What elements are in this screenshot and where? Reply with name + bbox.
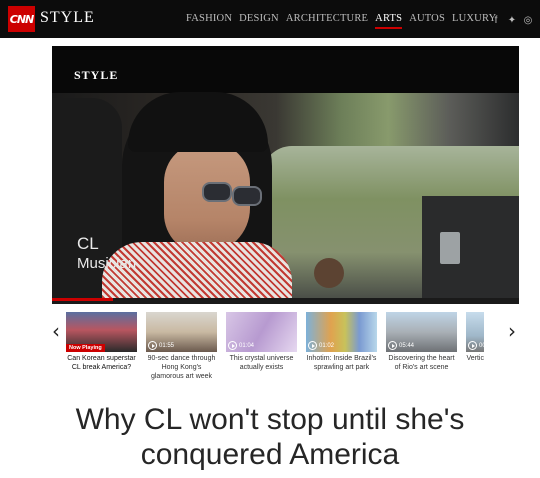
carousel-item-title[interactable]: Inhotim: Inside Brazil's sprawling art p… (306, 354, 377, 372)
nav-item-arts[interactable]: ARTS (375, 13, 403, 29)
nav-item-fashion[interactable]: FASHION (186, 13, 232, 24)
now-playing-badge: Now Playing (66, 344, 105, 352)
duration-label: 00:30 (468, 341, 484, 350)
video-progress-bar[interactable] (52, 298, 519, 304)
carousel-item[interactable]: 01:04 This crystal universe actually exis… (226, 312, 297, 372)
video-thumbnail[interactable]: 01:02 (306, 312, 377, 352)
video-thumbnail[interactable]: Now Playing (66, 312, 137, 352)
carousel-item-title[interactable]: Can Korean superstar CL break America? (66, 354, 137, 372)
carousel-item[interactable]: 00:30 Vertical da to skyscrap sta (466, 312, 484, 372)
nav-item-design[interactable]: DESIGN (239, 13, 279, 24)
video-player[interactable]: STYLE CL Musician (52, 46, 519, 304)
carousel-item[interactable]: 01:55 90-sec dance through Hong Kong's gl… (146, 312, 217, 381)
article-headline: Why CL won't stop until she's conquered … (0, 402, 540, 472)
play-icon (468, 341, 477, 350)
duration-text: 05:44 (399, 342, 415, 349)
caption-role: Musician (77, 255, 137, 272)
carousel-track: Now Playing Can Korean superstar CL break… (66, 312, 484, 390)
carousel-item-title[interactable]: 90-sec dance through Hong Kong's glamoro… (146, 354, 217, 381)
facebook-icon[interactable]: f (488, 13, 504, 27)
instagram-icon[interactable]: ◎ (520, 13, 536, 27)
style-wordmark[interactable]: STYLE (40, 9, 95, 27)
duration-text: 01:02 (319, 342, 335, 349)
section-nav: FASHION DESIGN ARCHITECTURE ARTS AUTOS LUXURY (186, 13, 503, 29)
duration-label: 01:04 (228, 341, 254, 350)
nav-item-architecture[interactable]: ARCHITECTURE (286, 13, 368, 24)
headline-line-1: Why CL won't stop until she's (75, 403, 465, 436)
play-icon (228, 341, 237, 350)
nav-item-autos[interactable]: AUTOS (409, 13, 445, 24)
carousel-item-title[interactable]: Vertical da to skyscrap sta (466, 354, 484, 372)
play-icon (388, 341, 397, 350)
duration-label: 01:02 (308, 341, 334, 350)
twitter-icon[interactable]: ✦ (504, 13, 520, 27)
duration-text: 00:30 (479, 342, 484, 349)
cnn-logo[interactable]: CNN (8, 6, 35, 32)
video-progress-fill (52, 298, 113, 301)
headline-line-2: conquered America (140, 438, 400, 471)
video-carousel: ‹ Now Playing Can Korean superstar CL bre… (44, 308, 540, 390)
video-thumbnail[interactable]: 05:44 (386, 312, 457, 352)
chevron-left-icon[interactable]: ‹ (48, 318, 64, 344)
duration-text: 01:04 (239, 342, 255, 349)
carousel-item-title[interactable]: Discovering the heart of Rio's art scene (386, 354, 457, 372)
carousel-item[interactable]: Now Playing Can Korean superstar CL break… (66, 312, 137, 372)
site-header: CNN STYLE FASHION DESIGN ARCHITECTURE ARTS A… (0, 0, 540, 38)
video-thumbnail[interactable]: 00:30 (466, 312, 484, 352)
video-thumbnail[interactable]: 01:04 (226, 312, 297, 352)
duration-label: 01:55 (148, 341, 174, 350)
carousel-item[interactable]: 01:02 Inhotim: Inside Brazil's sprawling … (306, 312, 377, 372)
social-links: f ✦ ◎ (488, 13, 536, 27)
caption-name: CL (77, 234, 99, 253)
carousel-item[interactable]: 05:44 Discovering the heart of Rio's art … (386, 312, 457, 372)
video-thumbnail[interactable]: 01:55 (146, 312, 217, 352)
chevron-right-icon[interactable]: › (504, 318, 520, 344)
video-watermark: STYLE (74, 68, 119, 82)
duration-label: 05:44 (388, 341, 414, 350)
play-icon (148, 341, 157, 350)
duration-text: 01:55 (159, 342, 175, 349)
carousel-item-title[interactable]: This crystal universe actually exists (226, 354, 297, 372)
play-icon (308, 341, 317, 350)
